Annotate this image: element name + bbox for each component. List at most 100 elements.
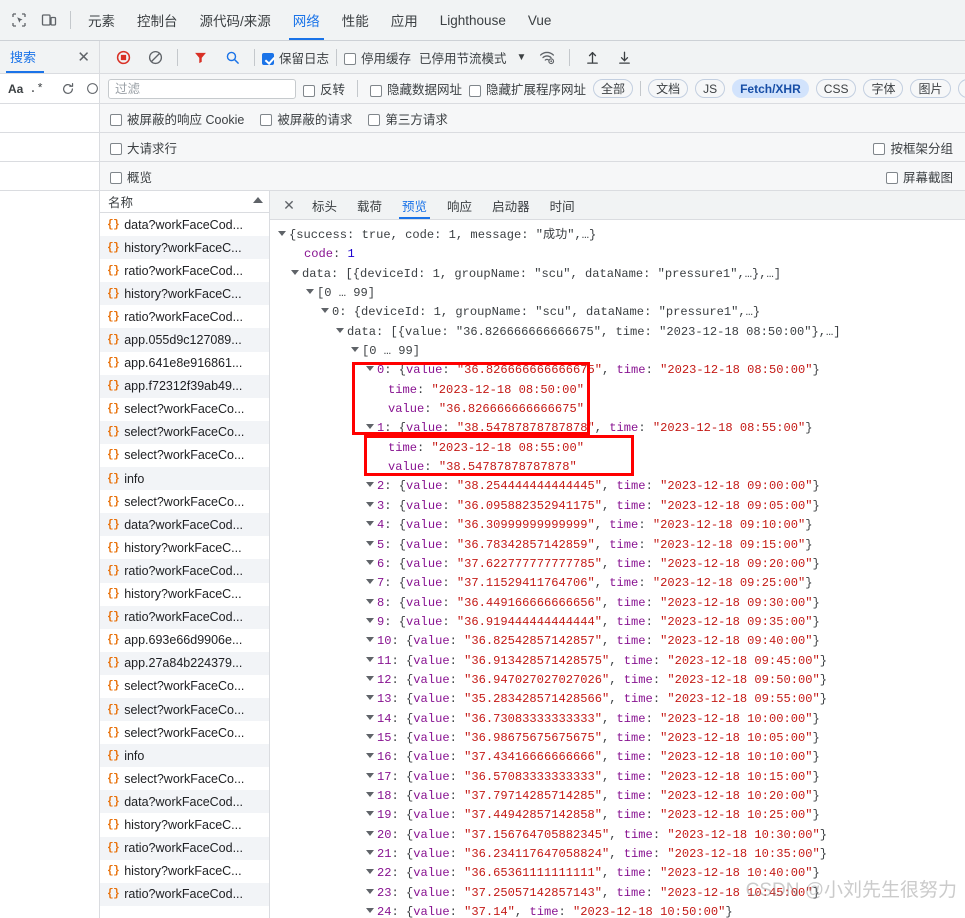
json-data-row[interactable]: 19: {value: "37.44942857142858", time: "… [276,806,965,825]
tab-response[interactable]: 响应 [437,191,482,219]
request-list-item[interactable]: {} app.27a84b224379... [100,651,269,675]
disclosure-triangle-icon[interactable] [366,772,374,778]
checkbox-box[interactable] [110,172,122,184]
request-list-item[interactable]: {} app.641e8e916861... [100,352,269,375]
search-icon[interactable] [217,42,247,72]
tab-payload[interactable]: 载荷 [347,191,392,219]
disclosure-triangle-icon[interactable] [278,231,286,236]
json-root-line[interactable]: {success: true, code: 1, message: "成功",…… [276,226,965,245]
json-entry-summary[interactable]: 1: {value: "38.54787878787878", time: "2… [276,419,965,438]
hide-data-urls-checkbox[interactable]: 隐藏数据网址 [370,79,462,98]
request-list-item[interactable]: {} ratio?workFaceCod... [100,605,269,629]
export-har-icon[interactable] [609,42,639,72]
request-list-item[interactable]: {} select?workFaceCo... [100,675,269,698]
chip-css[interactable]: CSS [815,79,857,98]
disclosure-triangle-icon[interactable] [291,269,299,275]
checkbox-box[interactable] [110,143,122,155]
import-har-icon[interactable] [577,42,607,72]
tab-elements[interactable]: 元素 [77,0,126,40]
json-data-row[interactable]: 18: {value: "37.79714285714285", time: "… [276,787,965,806]
refresh-icon[interactable] [58,79,78,99]
disclosure-triangle-icon[interactable] [366,811,374,817]
inspect-element-icon[interactable] [4,5,34,35]
request-list-item[interactable]: {} history?workFaceC... [100,536,269,559]
tab-headers[interactable]: 标头 [302,191,347,219]
blocked-requests-checkbox[interactable]: 被屏蔽的请求 [260,109,352,128]
json-data-row[interactable]: 24: {value: "37.14", time: "2023-12-18 1… [276,903,965,918]
disclosure-triangle-icon[interactable] [366,424,374,430]
disclosure-triangle-icon[interactable] [366,540,374,546]
checkbox-box[interactable] [469,84,482,97]
request-list-item[interactable]: {} ratio?workFaceCod... [100,259,269,282]
overview-checkbox[interactable]: 概览 [110,167,152,186]
clear-network-log-icon[interactable] [140,42,170,72]
disclosure-triangle-icon[interactable] [366,559,374,565]
request-list-item[interactable]: {} info [100,467,269,491]
chip-js[interactable]: JS [695,79,726,98]
json-data-row[interactable]: 17: {value: "36.57083333333333", time: "… [276,768,965,787]
request-list-item[interactable]: {} data?workFaceCod... [100,213,269,236]
json-data-row[interactable]: 10: {value: "36.82542857142857", time: "… [276,632,965,651]
tab-preview[interactable]: 预览 [392,191,437,219]
chip-doc[interactable]: 文档 [648,79,689,98]
json-data-row[interactable]: 14: {value: "36.73083333333333", time: "… [276,710,965,729]
request-list-item[interactable]: {} app.693e66d9906e... [100,629,269,652]
funnel-filter-icon[interactable] [185,42,215,72]
json-data-row[interactable]: 13: {value: "35.283428571428566", time: … [276,690,965,709]
json-data-row[interactable]: 5: {value: "36.78342857142859", time: "2… [276,536,965,555]
disclosure-triangle-icon[interactable] [366,888,374,894]
disclosure-triangle-icon[interactable] [366,791,374,797]
json-inner-data-line[interactable]: data: [{value: "36.826666666666675", tim… [276,323,965,342]
json-data-row[interactable]: 22: {value: "36.65361111111111", time: "… [276,864,965,883]
checkbox-box[interactable] [370,84,383,97]
disclosure-triangle-icon[interactable] [366,656,374,662]
disable-cache-checkbox[interactable]: 停用缓存 [344,48,411,67]
big-request-rows-checkbox[interactable]: 大请求行 [110,138,177,157]
preserve-log-checkbox[interactable]: 保留日志 [262,48,329,67]
tab-initiator[interactable]: 启动器 [482,191,540,219]
device-toolbar-icon[interactable] [34,5,64,35]
filter-input[interactable] [108,78,296,99]
request-list-header[interactable]: 名称 [100,191,269,213]
disclosure-triangle-icon[interactable] [366,830,374,836]
blocked-response-cookies-checkbox[interactable]: 被屏蔽的响应 Cookie [110,109,244,128]
tab-performance[interactable]: 性能 [331,0,380,40]
json-data-row[interactable]: 4: {value: "36.30999999999999", time: "2… [276,516,965,535]
json-data-row[interactable]: 9: {value: "36.919444444444444", time: "… [276,613,965,632]
json-inner-range-line[interactable]: [0 … 99] [276,342,965,361]
request-list-item[interactable]: {} select?workFaceCo... [100,721,269,744]
json-data-row[interactable]: 6: {value: "37.622777777777785", time: "… [276,555,965,574]
request-list-item[interactable]: {} history?workFaceC... [100,282,269,306]
chip-all[interactable]: 全部 [593,79,634,98]
chip-media[interactable]: 媒体 [957,79,965,98]
disclosure-triangle-icon[interactable] [366,869,374,875]
disclosure-triangle-icon[interactable] [336,327,344,333]
disclosure-triangle-icon[interactable] [366,501,374,507]
request-list[interactable]: {} data?workFaceCod... {} history?workFaceC… [100,213,269,918]
disclosure-triangle-icon[interactable] [366,850,374,855]
chevron-down-icon[interactable]: ▼ [517,52,527,63]
disclosure-triangle-icon[interactable] [366,733,374,739]
invert-checkbox[interactable]: 反转 [303,79,345,98]
checkbox-box[interactable] [260,114,273,126]
disclosure-triangle-icon[interactable] [366,714,374,720]
json-data-row[interactable]: 11: {value: "36.913428571428575", time: … [276,652,965,671]
json-data-row[interactable]: 3: {value: "36.095882352941175", time: "… [276,497,965,516]
disclosure-triangle-icon[interactable] [366,753,374,759]
json-data-row[interactable]: 16: {value: "37.43416666666666", time: "… [276,748,965,767]
checkbox-box[interactable] [873,143,886,155]
disclosure-triangle-icon[interactable] [366,366,374,372]
request-list-item[interactable]: {} ratio?workFaceCod... [100,882,269,906]
screenshots-checkbox[interactable]: 屏幕截图 [885,167,953,186]
request-list-item[interactable]: {} data?workFaceCod... [100,790,269,814]
tab-network[interactable]: 网络 [282,0,331,40]
json-item0-line[interactable]: 0: {deviceId: 1, groupName: "scu", dataN… [276,303,965,322]
request-list-item[interactable]: {} app.f72312f39ab49... [100,374,269,398]
request-list-item[interactable]: {} info [100,744,269,768]
request-list-item[interactable]: {} history?workFaceC... [100,860,269,883]
json-data-row[interactable]: 7: {value: "37.11529411764706", time: "2… [276,574,965,593]
request-list-item[interactable]: {} app.055d9c127089... [100,328,269,352]
disclosure-triangle-icon[interactable] [306,289,314,295]
request-list-item[interactable]: {} history?workFaceC... [100,813,269,836]
disclosure-triangle-icon[interactable] [366,579,374,585]
